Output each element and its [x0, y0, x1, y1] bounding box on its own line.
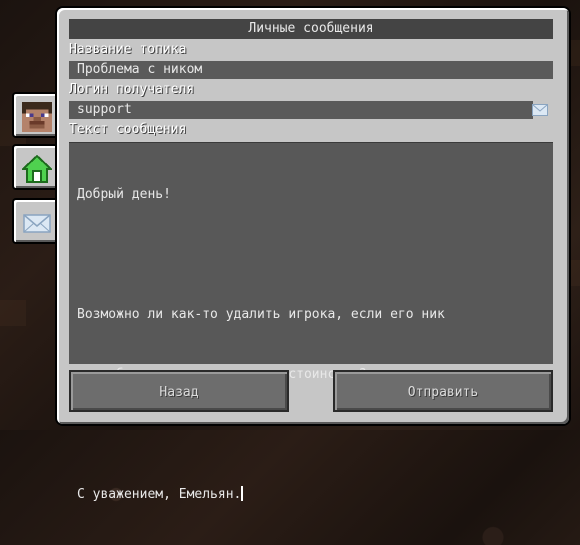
- topic-input[interactable]: Проблема с ником: [69, 61, 553, 79]
- home-icon: [22, 154, 52, 183]
- tab-profile[interactable]: [12, 92, 58, 138]
- recipient-mail-icon[interactable]: [532, 104, 548, 116]
- messages-panel: Личные сообщения Название топика Проблем…: [57, 8, 569, 502]
- message-line: Возможно ли как-то удалить игрока, если …: [77, 307, 445, 322]
- tab-messages[interactable]: [12, 198, 62, 244]
- message-line-last: С уважением, Емельян.: [77, 485, 545, 505]
- tab-home[interactable]: [12, 144, 58, 190]
- message-line: Добрый день!: [77, 187, 171, 202]
- back-button[interactable]: Назад: [69, 370, 289, 412]
- send-button[interactable]: Отправить: [333, 370, 553, 412]
- message-line: [77, 425, 545, 445]
- envelope-icon: [23, 214, 51, 233]
- recipient-input[interactable]: support: [69, 101, 533, 119]
- window-title: Личные сообщения: [69, 19, 553, 39]
- message-label: Текст сообщения: [69, 122, 187, 137]
- player-head-icon: [22, 102, 52, 132]
- message-textarea[interactable]: Добрый день! Возможно ли как-то удалить …: [69, 142, 553, 502]
- background-block: [0, 300, 26, 326]
- message-line-text: С уважением, Емельян.: [77, 487, 242, 502]
- recipient-label: Логин получателя: [69, 82, 195, 97]
- topic-label: Название топика: [69, 42, 187, 57]
- text-cursor: [241, 486, 244, 501]
- message-line: [77, 245, 545, 265]
